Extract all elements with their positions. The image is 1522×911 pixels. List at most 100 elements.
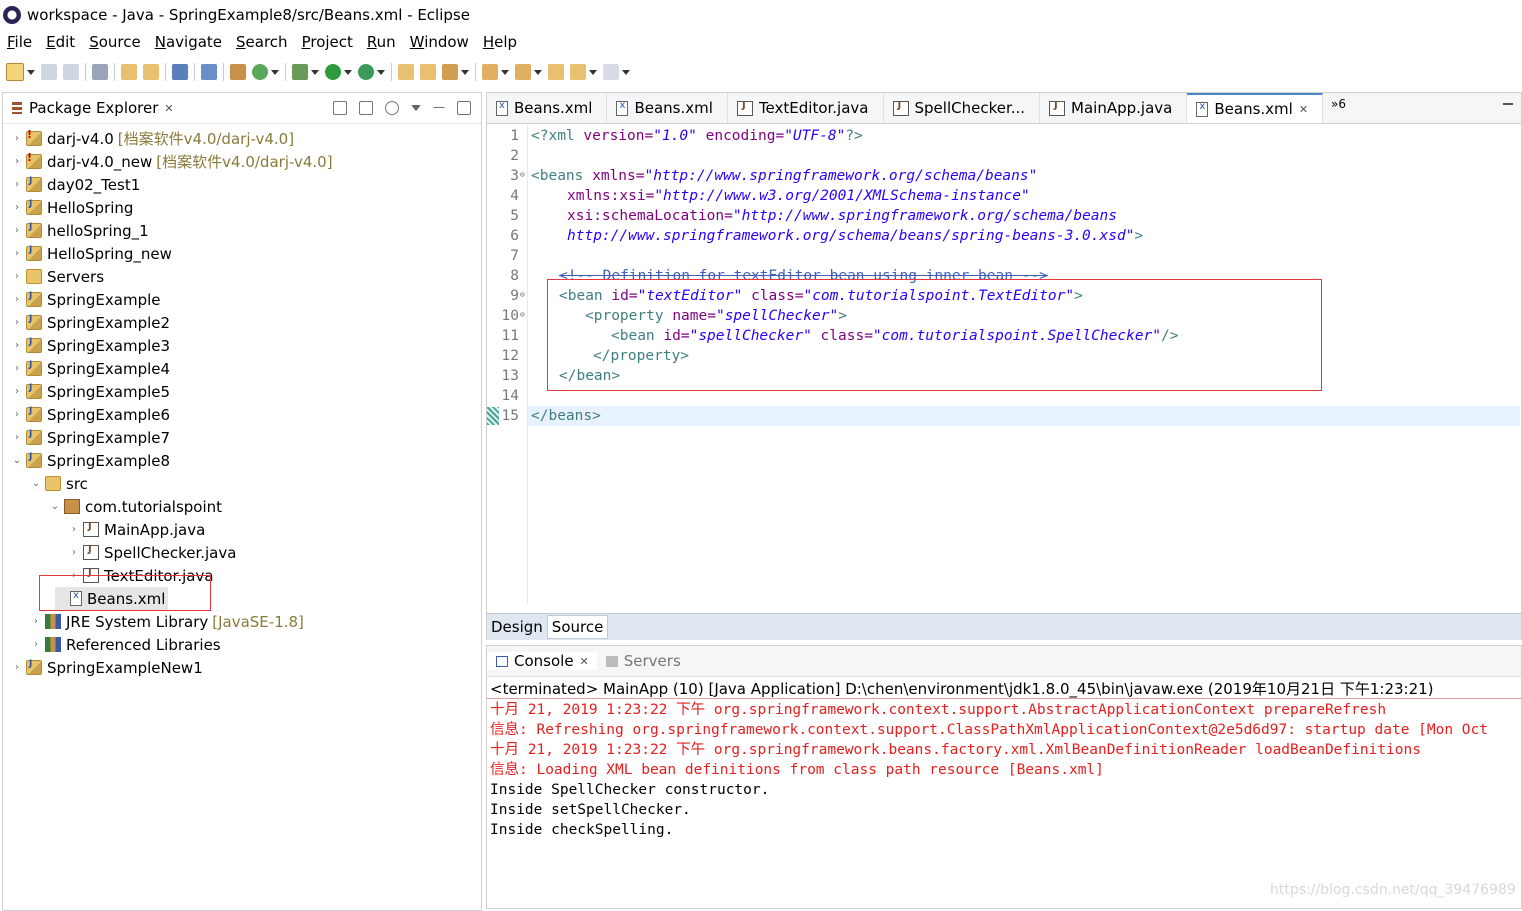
chevron-right-icon[interactable]: › <box>11 317 23 328</box>
open-type-icon[interactable] <box>121 64 137 80</box>
chevron-right-icon[interactable]: › <box>11 271 23 282</box>
tree-item[interactable]: › HelloSpring <box>11 196 133 219</box>
chevron-down-icon[interactable]: ⌄ <box>11 455 23 466</box>
debug-icon[interactable] <box>292 64 308 80</box>
open-task-icon[interactable] <box>420 64 436 80</box>
tree-item[interactable]: ⌄ src <box>30 472 88 495</box>
new-package-icon[interactable] <box>230 64 246 80</box>
close-icon[interactable]: ✕ <box>580 655 589 668</box>
menu-window[interactable]: Window <box>410 33 469 51</box>
chevron-right-icon[interactable]: › <box>11 179 23 190</box>
next-annotation-icon[interactable] <box>482 64 498 80</box>
focus-icon[interactable] <box>385 101 399 115</box>
collapse-all-icon[interactable] <box>333 101 347 115</box>
menu-source[interactable]: Source <box>89 33 141 51</box>
tree-item[interactable]: › SpellChecker.java <box>68 541 236 564</box>
previous-annotation-dropdown-icon[interactable] <box>534 69 542 75</box>
debug-dropdown-icon[interactable] <box>311 69 319 75</box>
chevron-right-icon[interactable]: › <box>11 156 23 167</box>
open-resource-icon[interactable] <box>143 64 159 80</box>
chevron-right-icon[interactable]: › <box>68 524 80 535</box>
tree-item[interactable]: › darj-v4.0_new[档案软件v4.0/darj-v4.0] <box>11 150 333 173</box>
chevron-right-icon[interactable]: › <box>11 340 23 351</box>
chevron-right-icon[interactable]: › <box>11 294 23 305</box>
new-class-icon[interactable] <box>252 64 268 80</box>
tree-item[interactable]: › SpringExample4 <box>11 357 170 380</box>
link-with-editor-icon[interactable] <box>359 101 373 115</box>
fold-toggle-icon[interactable]: ⊖ <box>520 170 525 179</box>
last-edit-location-icon[interactable] <box>548 64 564 80</box>
view-menu-icon[interactable] <box>411 105 421 111</box>
tab-beans-xml-1[interactable]: Beans.xml <box>487 93 608 123</box>
tree-item[interactable]: › Referenced Libraries <box>30 633 221 656</box>
chevron-right-icon[interactable]: › <box>30 639 42 650</box>
tree-item[interactable]: › Servers <box>11 265 104 288</box>
tree-item[interactable]: › SpringExample7 <box>11 426 170 449</box>
tree-item[interactable]: › day02_Test1 <box>11 173 140 196</box>
new-icon[interactable] <box>6 63 24 81</box>
tab-beans-xml-active[interactable]: Beans.xml ✕ <box>1187 93 1324 123</box>
tree-item[interactable]: › darj-v4.0[档案软件v4.0/darj-v4.0] <box>11 127 294 150</box>
search-dropdown-icon[interactable] <box>461 69 469 75</box>
tree-item[interactable]: › SpringExample2 <box>11 311 170 334</box>
tree-item[interactable]: › SpringExample3 <box>11 334 170 357</box>
back-dropdown-icon[interactable] <box>589 69 597 75</box>
minimize-icon[interactable] <box>433 106 445 110</box>
chevron-right-icon[interactable]: › <box>11 225 23 236</box>
tree-item[interactable]: › SpringExampleNew1 <box>11 656 203 679</box>
run-dropdown-icon[interactable] <box>344 69 352 75</box>
tab-beans-xml-2[interactable]: Beans.xml <box>607 93 728 123</box>
console-toggle-icon[interactable] <box>172 64 188 80</box>
search-icon[interactable] <box>442 64 458 80</box>
chevron-right-icon[interactable]: › <box>11 363 23 374</box>
code-area[interactable]: 1 2 3 4 5 6 7 8 9 10 11 12 13 14 15 ⊖ ⊖ … <box>487 124 1521 635</box>
fold-toggle-icon[interactable]: ⊖ <box>520 290 525 299</box>
tree-item[interactable]: › SpringExample6 <box>11 403 170 426</box>
chevron-right-icon[interactable]: › <box>11 202 23 213</box>
menu-search[interactable]: Search <box>236 33 288 51</box>
tab-design[interactable]: Design <box>487 616 547 638</box>
package-explorer-title[interactable]: Package Explorer <box>29 99 158 117</box>
close-icon[interactable]: ✕ <box>1299 103 1308 116</box>
tree-item[interactable]: › helloSpring_1 <box>11 219 149 242</box>
tab-servers[interactable]: Servers <box>597 652 689 670</box>
chevron-right-icon[interactable]: › <box>11 409 23 420</box>
save-all-icon[interactable] <box>63 64 79 80</box>
run-icon[interactable] <box>325 64 341 80</box>
minimize-icon[interactable] <box>1503 103 1513 105</box>
chevron-right-icon[interactable]: › <box>11 248 23 259</box>
fold-toggle-icon[interactable]: ⊖ <box>520 310 525 319</box>
forward-dropdown-icon[interactable] <box>622 69 630 75</box>
close-icon[interactable]: ✕ <box>164 102 173 115</box>
chevron-right-icon[interactable]: › <box>11 386 23 397</box>
open-folder-icon[interactable] <box>398 64 414 80</box>
menu-help[interactable]: Help <box>483 33 517 51</box>
chevron-right-icon[interactable]: › <box>11 133 23 144</box>
tree-item[interactable]: › JRE System Library [JavaSE-1.8] <box>30 610 304 633</box>
external-tools-dropdown-icon[interactable] <box>377 69 385 75</box>
previous-annotation-icon[interactable] <box>515 64 531 80</box>
tree-item[interactable]: › HelloSpring_new <box>11 242 172 265</box>
menu-file[interactable]: File <box>7 33 32 51</box>
tab-texteditor-java[interactable]: TextEditor.java <box>728 93 884 123</box>
more-tabs-button[interactable]: »6 <box>1323 93 1354 123</box>
forward-icon[interactable] <box>603 64 619 80</box>
new-class-dropdown-icon[interactable] <box>271 69 279 75</box>
menu-run[interactable]: Run <box>367 33 396 51</box>
menu-edit[interactable]: Edit <box>46 33 75 51</box>
external-tools-icon[interactable] <box>358 64 374 80</box>
tree-item[interactable]: › SpringExample <box>11 288 160 311</box>
chevron-right-icon[interactable]: › <box>30 616 42 627</box>
save-icon[interactable] <box>41 64 57 80</box>
chevron-right-icon[interactable]: › <box>11 662 23 673</box>
back-icon[interactable] <box>570 64 586 80</box>
skip-breakpoints-icon[interactable] <box>92 64 108 80</box>
tab-console[interactable]: Console ✕ <box>487 652 597 670</box>
new-dropdown-icon[interactable] <box>27 69 35 75</box>
next-annotation-dropdown-icon[interactable] <box>501 69 509 75</box>
tree-item[interactable]: › MainApp.java <box>68 518 205 541</box>
chevron-right-icon[interactable]: › <box>68 547 80 558</box>
tab-mainapp-java[interactable]: MainApp.java <box>1040 93 1188 123</box>
chevron-down-icon[interactable]: ⌄ <box>30 478 42 489</box>
tree-item[interactable]: ⌄ com.tutorialspoint <box>49 495 222 518</box>
